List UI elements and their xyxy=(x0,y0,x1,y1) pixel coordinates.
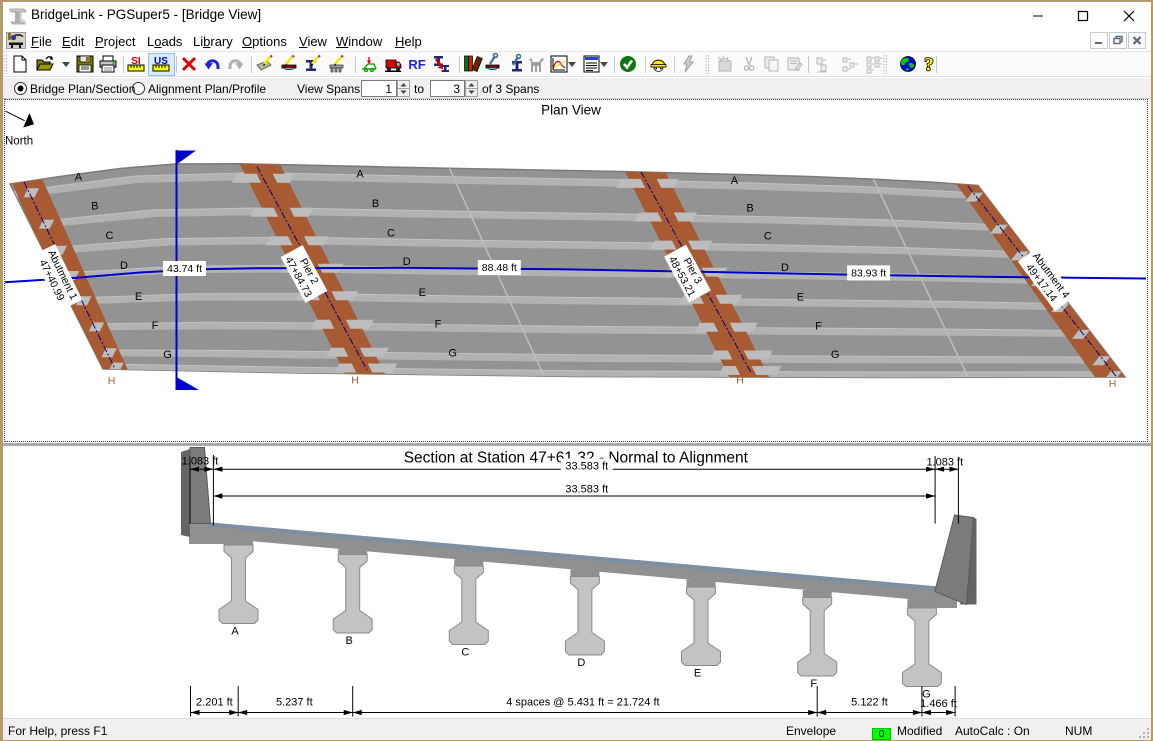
svg-text:F: F xyxy=(810,678,817,690)
svg-text:5.122 ft: 5.122 ft xyxy=(851,696,888,708)
svg-text:B: B xyxy=(372,198,379,210)
svg-text:E: E xyxy=(419,287,426,299)
svg-text:North: North xyxy=(5,136,33,148)
svg-text:C: C xyxy=(387,227,395,239)
svg-text:2.201 ft: 2.201 ft xyxy=(196,696,233,708)
svg-text:D: D xyxy=(120,260,128,272)
svg-text:G: G xyxy=(163,349,172,361)
svg-text:A: A xyxy=(731,175,739,187)
svg-text:4 spaces @ 5.431 ft = 21.724 f: 4 spaces @ 5.431 ft = 21.724 ft xyxy=(506,696,659,708)
svg-text:C: C xyxy=(764,231,772,243)
svg-text:1.466 ft: 1.466 ft xyxy=(920,698,957,710)
svg-text:88.48 ft: 88.48 ft xyxy=(482,262,517,274)
svg-text:1.083 ft: 1.083 ft xyxy=(182,455,219,467)
svg-text:G: G xyxy=(448,348,457,360)
svg-text:B: B xyxy=(91,201,98,213)
svg-text:D: D xyxy=(403,256,411,268)
svg-text:E: E xyxy=(135,291,142,303)
svg-text:33.583 ft: 33.583 ft xyxy=(565,460,608,472)
svg-text:H: H xyxy=(1109,378,1117,390)
svg-text:1.083 ft: 1.083 ft xyxy=(926,456,963,468)
svg-text:A: A xyxy=(75,172,83,184)
svg-text:H: H xyxy=(351,375,359,387)
svg-text:F: F xyxy=(815,321,822,333)
svg-text:83.93 ft: 83.93 ft xyxy=(851,268,886,280)
svg-text:Plan View: Plan View xyxy=(541,103,601,118)
svg-text:D: D xyxy=(781,262,789,274)
svg-text:?: ? xyxy=(924,55,934,76)
svg-text:H: H xyxy=(108,375,116,387)
svg-text:B: B xyxy=(746,202,753,214)
svg-text:C: C xyxy=(106,230,114,242)
svg-text:A: A xyxy=(356,169,364,181)
svg-text:H: H xyxy=(736,375,744,387)
svg-text:33.583 ft: 33.583 ft xyxy=(565,484,608,496)
svg-text:D: D xyxy=(577,657,585,669)
svg-text:43.74 ft: 43.74 ft xyxy=(167,263,202,275)
svg-text:F: F xyxy=(435,319,442,331)
svg-text:5.237 ft: 5.237 ft xyxy=(276,696,313,708)
svg-text:E: E xyxy=(797,292,804,304)
svg-text:B: B xyxy=(346,635,353,647)
svg-text:E: E xyxy=(694,668,701,680)
svg-text:F: F xyxy=(152,320,159,332)
svg-text:G: G xyxy=(831,349,840,361)
svg-text:RF: RF xyxy=(408,57,425,72)
svg-text:C: C xyxy=(461,647,469,659)
svg-text:A: A xyxy=(231,626,239,638)
